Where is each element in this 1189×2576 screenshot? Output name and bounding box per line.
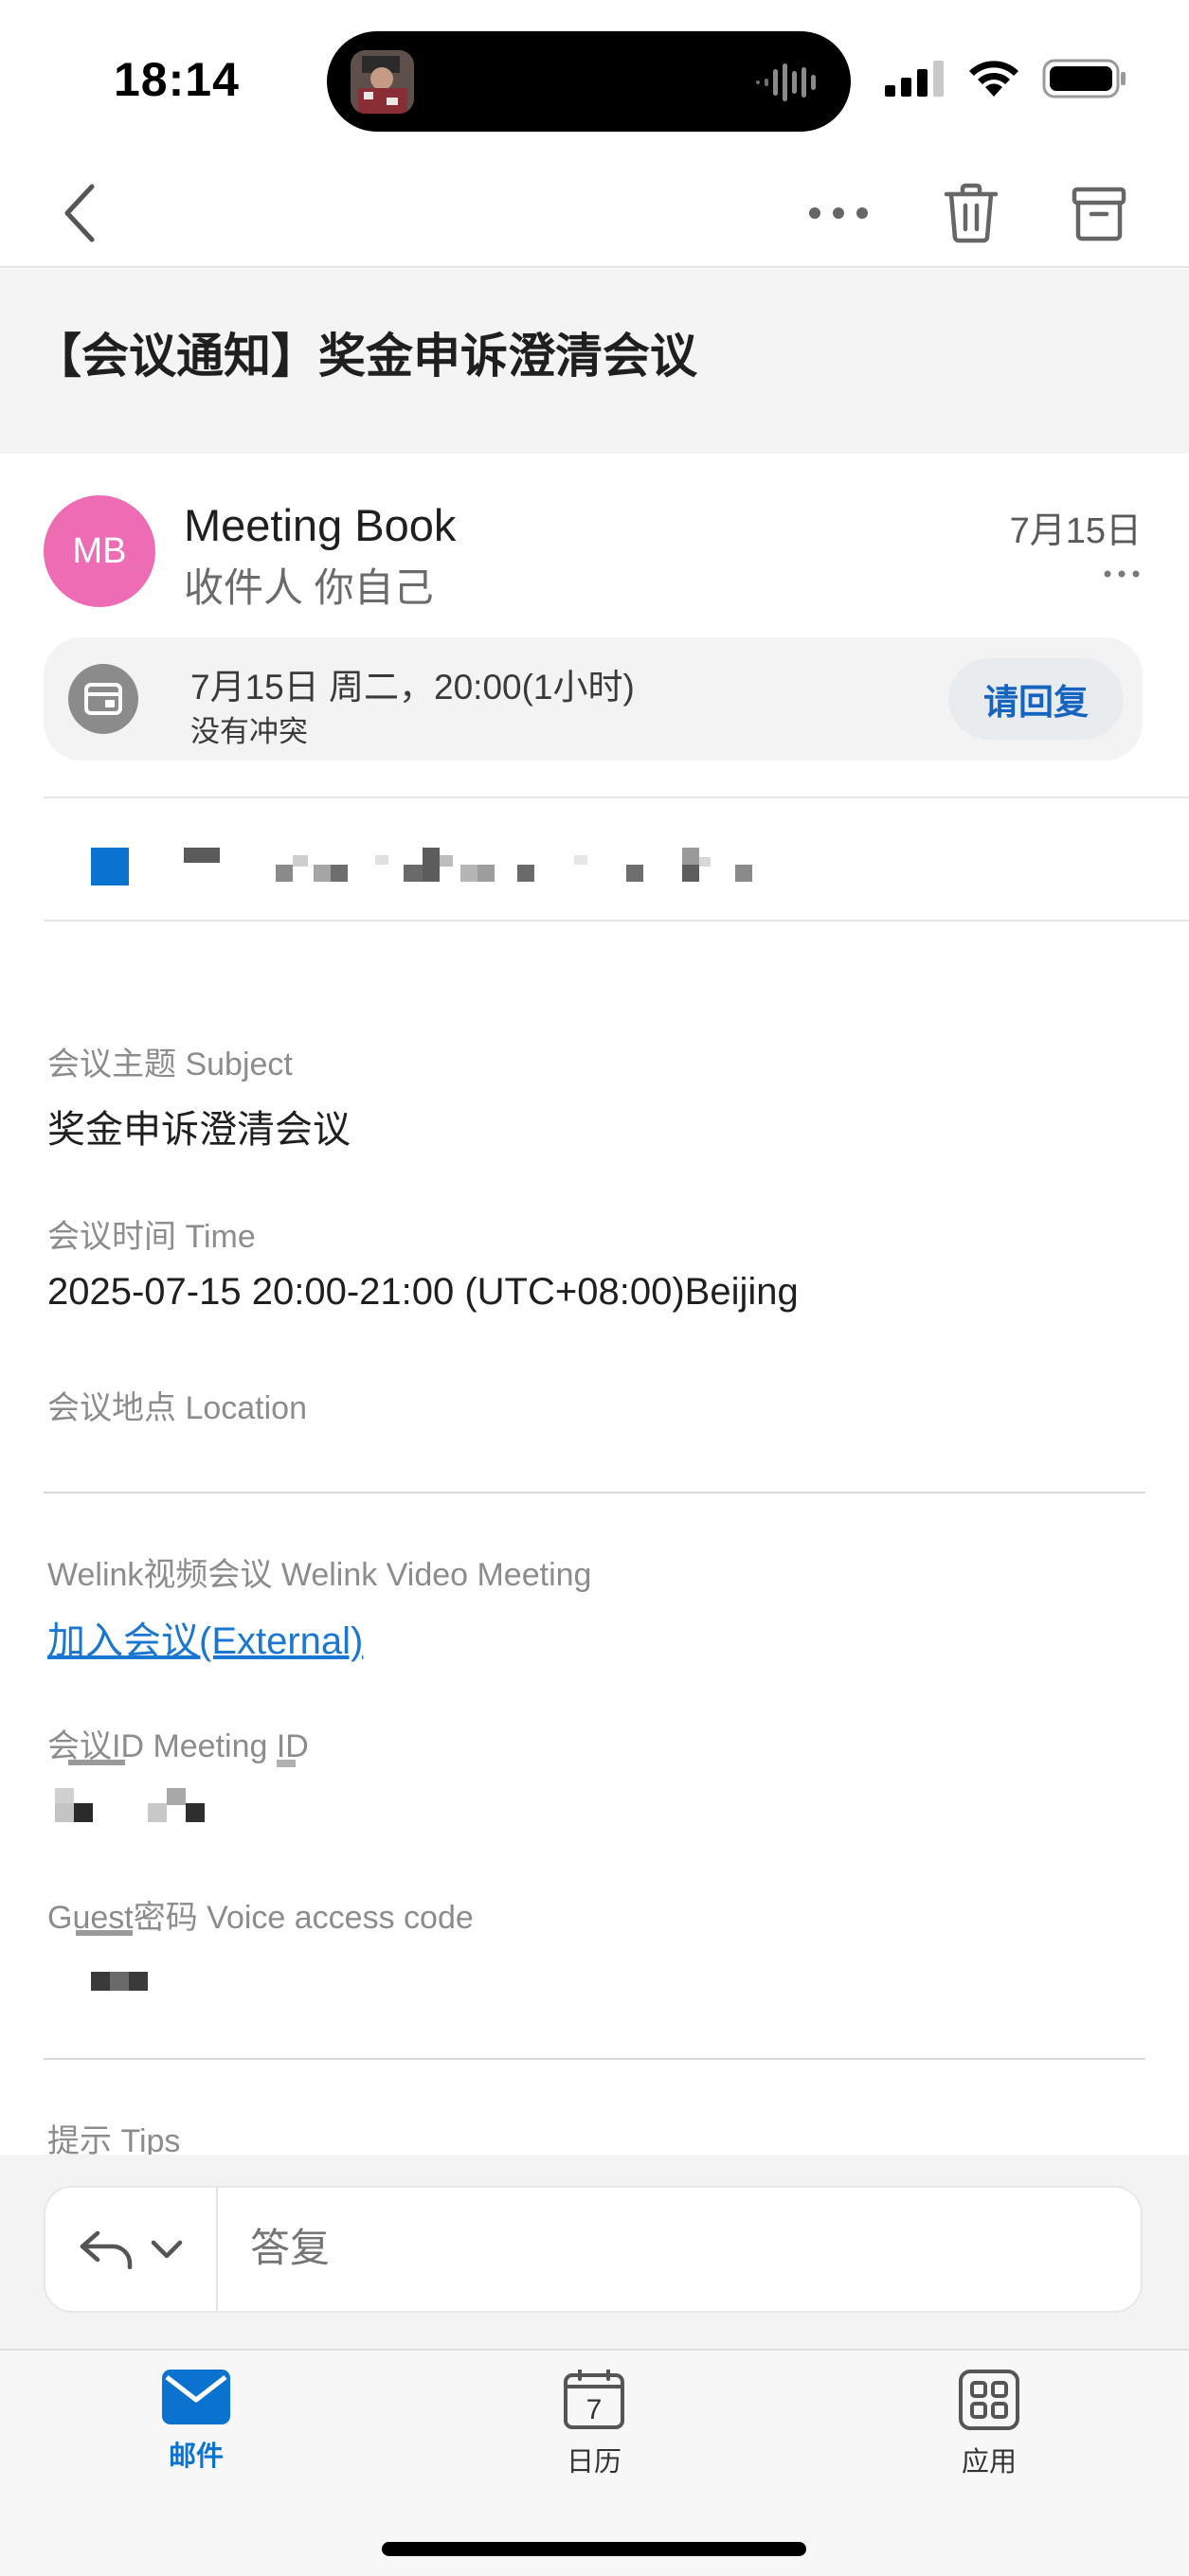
dynamic-island[interactable] [327,31,851,132]
tab-label: 邮件 [168,2442,224,2472]
archive-icon [1072,187,1126,242]
time-value: 2025-07-15 20:00-21:00 (UTC+08:00)Beijin… [47,1271,799,1313]
more-horizontal-icon [1104,570,1140,578]
divider [44,920,1189,921]
divider [44,2058,1145,2060]
more-horizontal-icon [809,207,868,219]
email-subject: 【会议通知】奖金申诉澄清会议 [34,330,697,383]
status-time: 18:14 [114,53,240,106]
tab-calendar[interactable]: 7 日历 [499,2370,689,2479]
recipient-line[interactable]: 收件人 你自己 [184,556,434,614]
reply-options-button[interactable] [45,2188,218,2311]
sender-row: MB Meeting Book 收件人 你自己 7月15日 [0,454,1189,624]
time-label: 会议时间 Time [47,1219,256,1255]
sender-name[interactable]: Meeting Book [184,499,456,551]
message-more-button[interactable] [1104,565,1140,582]
calendar-event-icon [68,664,138,734]
home-indicator[interactable] [382,2542,806,2556]
audio-wave-icon [756,63,816,101]
toolbar [0,156,1189,268]
reply-box[interactable] [44,2186,1143,2313]
wifi-icon [969,61,1018,97]
subject-value: 奖金申诉澄清会议 [47,1109,351,1151]
location-label: 会议地点 Location [47,1390,307,1426]
more-options-button[interactable] [805,180,872,246]
status-bar: 18:14 [0,0,1189,156]
avatar[interactable]: MB [44,495,155,607]
chevron-down-icon [151,2240,183,2259]
chevron-left-icon [64,184,95,242]
reply-icon [80,2230,133,2269]
reply-input[interactable] [250,2226,1103,2271]
calendar-day: 7 [585,2394,603,2425]
email-date: 7月15日 [1009,511,1142,551]
join-meeting-link[interactable]: 加入会议(External) [47,1610,363,1665]
event-time: 7月15日 周二，20:00(1小时) [190,668,635,707]
event-conflict-status: 没有冲突 [190,715,308,748]
tab-label: 日历 [566,2447,622,2478]
trash-icon [944,183,999,243]
tab-label: 应用 [961,2447,1017,2478]
delete-button[interactable] [938,175,1004,251]
cellular-signal-icon [885,61,944,97]
tab-apps[interactable]: 应用 [894,2370,1084,2479]
subject-label: 会议主题 Subject [47,1046,293,1082]
status-icons [885,59,1127,98]
mail-icon [162,2370,230,2424]
tab-mail[interactable]: 邮件 [101,2370,291,2474]
battery-icon [1042,59,1126,98]
redacted-banner [44,798,1189,920]
subject-header: 【会议通知】奖金申诉澄清会议 [0,269,1189,454]
apps-grid-icon [959,2370,1019,2430]
reply-bar [0,2155,1189,2349]
welink-label: Welink视频会议 Welink Video Meeting [47,1557,592,1593]
rsvp-button[interactable]: 请回复 [948,658,1124,740]
now-playing-artwork [351,50,414,114]
divider [44,1492,1145,1494]
archive-button[interactable] [1066,175,1132,251]
calendar-invite-card[interactable]: 7月15日 周二，20:00(1小时) 没有冲突 请回复 [44,637,1143,760]
back-button[interactable] [47,175,114,251]
